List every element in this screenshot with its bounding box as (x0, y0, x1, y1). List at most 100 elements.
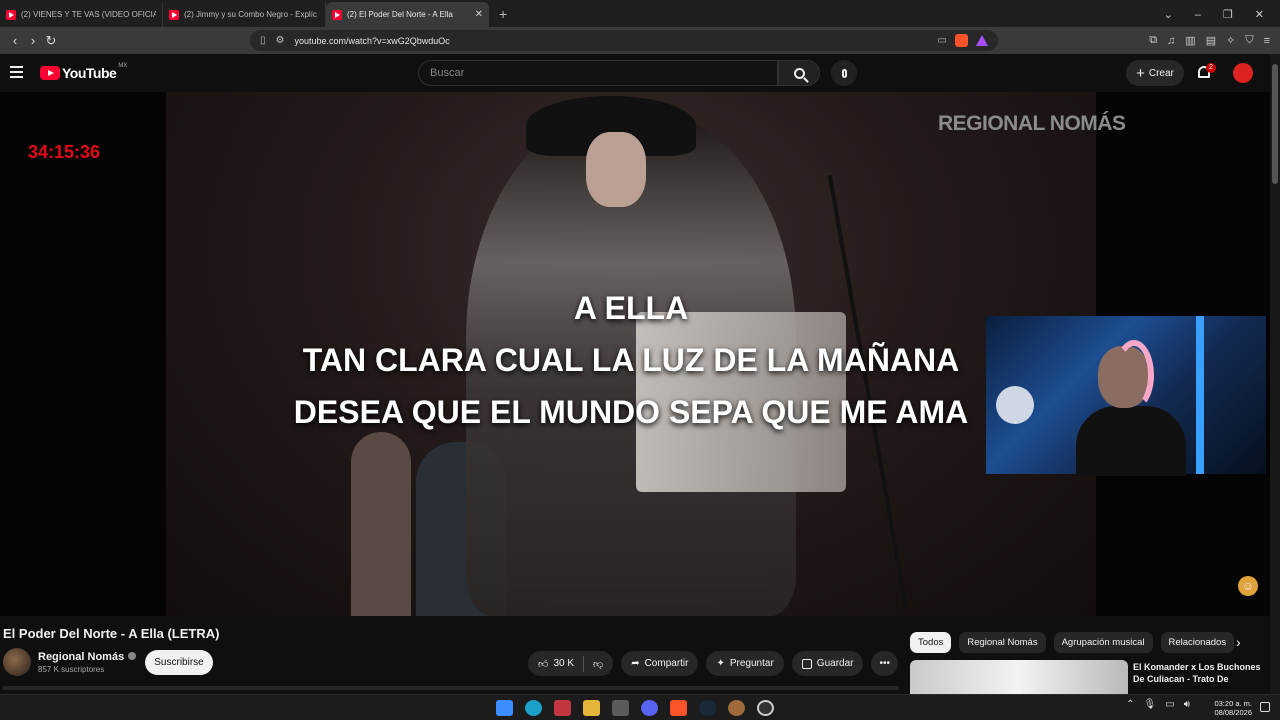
taskbar-apps (496, 700, 774, 716)
minimize-icon[interactable]: – (1195, 9, 1201, 21)
app-icon[interactable] (728, 700, 745, 716)
file-explorer-icon[interactable] (583, 700, 600, 716)
share-button[interactable]: ➦ Compartir (621, 651, 699, 676)
save-bookmark-icon (801, 658, 812, 669)
tab-title: (2) Jimmy y su Combo Negro - Explíc (184, 10, 317, 19)
search-button[interactable] (778, 60, 820, 86)
close-tab-icon[interactable]: ✕ (475, 9, 483, 20)
page-scrollbar[interactable] (1270, 54, 1280, 694)
app-icon[interactable] (612, 700, 629, 716)
chip-agrupacion-musical[interactable]: Agrupación musical (1053, 632, 1153, 653)
store-icon[interactable] (554, 700, 571, 716)
microphone-tray-icon[interactable]: 🎙︎ (1144, 699, 1157, 710)
account-avatar[interactable] (1233, 63, 1253, 83)
chip-regional-nomas[interactable]: Regional Nomás (959, 632, 1046, 653)
browser-tab-active[interactable]: (2) El Poder Del Norte - A Ella ✕ (326, 2, 489, 27)
clock-time: 03:20 a. m. (1214, 699, 1252, 708)
brave-icon[interactable] (670, 700, 687, 716)
search-input[interactable]: Buscar (418, 60, 778, 86)
media-icon[interactable]: ♫ (1167, 35, 1175, 47)
edge-icon[interactable] (525, 700, 542, 716)
brave-rewards-icon[interactable] (976, 35, 988, 46)
related-chips: Todos Regional Nomás Agrupación musical … (910, 632, 1235, 653)
scrollbar-thumb[interactable] (1272, 64, 1278, 184)
discord-icon[interactable] (641, 700, 658, 716)
address-bar[interactable]: ▯ ⚙ youtube.com/watch?v=xwG2QbwduOc ▭ (250, 30, 998, 51)
youtube-favicon-icon (6, 9, 16, 20)
chevron-right-icon[interactable]: › (1236, 634, 1241, 650)
microphone-icon (841, 68, 847, 78)
back-icon[interactable]: ‹ (6, 33, 24, 48)
youtube-header: YouTube MX Buscar + Crear 2 (0, 54, 1270, 92)
logo-text: YouTube (62, 65, 117, 81)
window-controls: ⌄ – ❐ ✕ (1164, 2, 1280, 27)
dislike-button[interactable]: 👎︎ (593, 658, 603, 670)
notification-badge: 2 (1206, 63, 1216, 73)
ask-button[interactable]: ✦ Preguntar (706, 651, 784, 676)
hamburger-menu-icon[interactable] (10, 66, 23, 81)
youtube-logo[interactable]: YouTube MX (40, 63, 128, 81)
share-arrow-icon: ➦ (631, 658, 640, 669)
brave-shields-icon[interactable] (955, 34, 968, 47)
forward-icon[interactable]: › (24, 33, 42, 48)
channel-name-text[interactable]: Regional Nomás (38, 651, 124, 663)
volume-icon[interactable]: 🔊︎ (1184, 699, 1190, 710)
next-video-thumbnail[interactable] (910, 660, 1128, 694)
browser-tab-1[interactable]: (2) VIENES Y TE VAS (VIDEO OFICIAL) (0, 2, 163, 27)
video-title: El Poder Del Norte - A Ella (LETRA) (3, 626, 220, 641)
sidebar-icon[interactable]: ▥ (1185, 34, 1195, 47)
vpn-icon[interactable]: ⛉ (1245, 34, 1253, 47)
tab-list-chevron-icon[interactable]: ⌄ (1164, 8, 1173, 21)
chip-relacionados[interactable]: Relacionados (1160, 632, 1235, 653)
menu-icon[interactable]: ≡ (1264, 35, 1270, 47)
like-button[interactable]: 👍︎ 30 K (538, 658, 574, 670)
extensions-icon[interactable]: ⧉ (1149, 34, 1157, 47)
new-tab-button[interactable]: + (499, 2, 507, 27)
more-actions-button[interactable]: ••• (871, 651, 898, 676)
tray-chevron-icon[interactable]: ⌃ (1126, 699, 1134, 710)
like-count: 30 K (553, 658, 575, 669)
video-actions: 👍︎ 30 K 👎︎ ➦ Compartir ✦ Preguntar Guard… (528, 651, 898, 676)
singer-face (586, 132, 646, 207)
share-label: Compartir (644, 658, 689, 669)
country-code: MX (118, 63, 128, 69)
site-settings-icon[interactable]: ⚙ (276, 35, 285, 46)
ask-label: Preguntar (729, 658, 774, 669)
chip-todos[interactable]: Todos (910, 632, 952, 653)
extensions-bar: ⧉ ♫ ▥ ▤ ✧ ⛉ ≡ (1149, 27, 1270, 54)
cowboy-emoji-icon: ☺ (1238, 576, 1258, 596)
display-icon[interactable]: ▭ (1165, 699, 1174, 710)
windows-start-icon[interactable] (496, 700, 513, 716)
led-light (1196, 316, 1204, 474)
bookmark-icon[interactable]: ▯ (260, 35, 266, 46)
youtube-play-icon (40, 66, 60, 80)
next-video-title[interactable]: El Komander x Los Buchones De Culiacan -… (1133, 661, 1263, 685)
channel-name[interactable]: Regional Nomás (38, 651, 137, 663)
leo-icon[interactable]: ✧ (1226, 34, 1235, 47)
headphones (1114, 340, 1154, 410)
voice-search-button[interactable] (831, 60, 857, 86)
youtube-favicon-icon (169, 9, 179, 20)
tab-title: (2) VIENES Y TE VAS (VIDEO OFICIAL) (21, 10, 156, 19)
system-clock[interactable]: 03:20 a. m. 08/08/2026 (1214, 699, 1252, 717)
browser-tab-2[interactable]: (2) Jimmy y su Combo Negro - Explíc (163, 2, 326, 27)
reload-icon[interactable]: ↻ (42, 33, 60, 49)
steam-icon[interactable] (699, 700, 716, 716)
create-button[interactable]: + Crear (1126, 60, 1184, 86)
lyric-line: A ELLA (573, 290, 689, 326)
verified-icon (128, 652, 137, 660)
save-button[interactable]: Guardar (791, 651, 864, 676)
obs-icon[interactable] (757, 700, 774, 716)
lyrics-overlay: A ELLA TAN CLARA CUAL LA LUZ DE LA MAÑAN… (166, 282, 1096, 438)
clock-date: 08/08/2026 (1214, 708, 1252, 717)
url-text[interactable]: youtube.com/watch?v=xwG2QbwduOc (294, 36, 449, 46)
cast-icon[interactable]: ▭ (938, 35, 947, 46)
subscribe-button[interactable]: Suscribirse (145, 650, 213, 675)
maximize-icon[interactable]: ❐ (1223, 8, 1233, 21)
notification-center-icon[interactable] (1260, 702, 1270, 712)
channel-avatar[interactable] (3, 648, 31, 676)
close-window-icon[interactable]: ✕ (1255, 8, 1264, 21)
video-player[interactable]: 34:15:36 REGIONAL NOMÁS A ELLA TAN CLARA… (0, 92, 1270, 616)
wallet-icon[interactable]: ▤ (1206, 34, 1216, 47)
streamer-body (1076, 406, 1186, 476)
